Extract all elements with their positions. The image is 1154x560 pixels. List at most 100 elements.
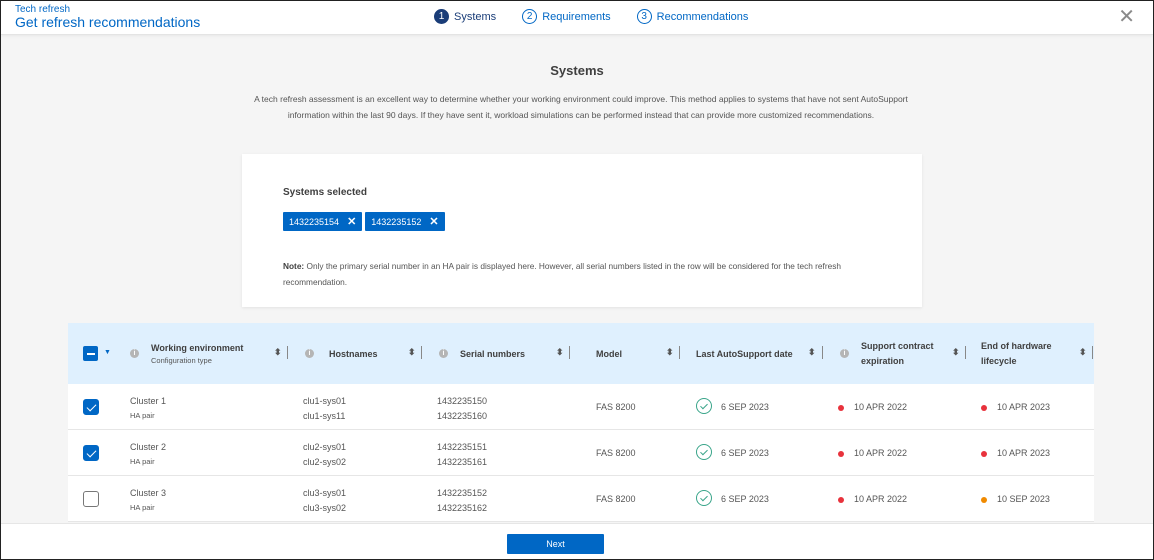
contract-expiration: 10 APR 2022: [854, 402, 908, 412]
column-last-autosupport: Last AutoSupport date: [696, 323, 793, 384]
step-systems[interactable]: 1 Systems: [434, 9, 496, 24]
column-resize-handle[interactable]: [287, 346, 288, 359]
card-title: Systems selected: [283, 187, 367, 198]
model: FAS 8200: [596, 448, 636, 458]
sort-icon[interactable]: ⬍: [666, 347, 674, 358]
next-button[interactable]: Next: [507, 534, 604, 554]
close-icon[interactable]: ✕: [429, 215, 438, 228]
note-label: Note:: [283, 261, 305, 271]
hostname: clu1-sys01: [303, 396, 347, 406]
hostname: clu1-sys11: [303, 411, 346, 421]
column-end-of-hardware-lifecycle: End of hardware lifecycle: [981, 323, 1052, 384]
check-circle-icon: [696, 490, 712, 506]
column-label: Model: [596, 348, 622, 359]
table-row[interactable]: Cluster 1 HA pair clu1-sys01 clu1-sys11 1432…: [68, 384, 1094, 430]
column-resize-handle[interactable]: [1092, 346, 1093, 359]
column-working-environment: i Working environment Configuration type: [130, 323, 243, 384]
serial-number: 1432235162: [437, 503, 488, 513]
table-row[interactable]: Cluster 3 HA pair clu3-sys01 clu3-sys02 1432…: [68, 476, 1094, 522]
status-dot-icon: [838, 405, 844, 411]
status-dot-icon: [981, 405, 987, 411]
info-icon[interactable]: i: [130, 349, 139, 358]
column-resize-handle[interactable]: [822, 346, 823, 359]
status-dot-icon: [981, 451, 987, 457]
sort-icon[interactable]: ⬍: [952, 347, 960, 358]
contract-expiration: 10 APR 2022: [854, 448, 908, 458]
close-icon[interactable]: ✕: [347, 215, 356, 228]
configuration-type: HA pair: [130, 503, 155, 512]
table-body: Cluster 1 HA pair clu1-sys01 clu1-sys11 1432…: [68, 384, 1094, 522]
step-number-icon: 1: [434, 9, 449, 24]
status-dot-icon: [981, 497, 987, 503]
serial-number: 1432235151: [437, 442, 488, 452]
select-all-checkbox[interactable]: [83, 346, 98, 361]
section-heading: Systems: [550, 63, 604, 78]
note-body: Only the primary serial number in an HA …: [283, 261, 841, 287]
step-label: Recommendations: [656, 10, 749, 23]
serial-number: 1432235152: [437, 488, 488, 498]
check-circle-icon: [696, 398, 712, 414]
column-label: expiration: [861, 355, 905, 366]
cluster-name: Cluster 3: [130, 488, 167, 498]
page-title: Get refresh recommendations: [15, 14, 201, 30]
autosupport-date: 6 SEP 2023: [721, 448, 769, 458]
step-requirements[interactable]: 2 Requirements: [522, 9, 611, 24]
serial-number: 1432235161: [437, 457, 488, 467]
column-resize-handle[interactable]: [569, 346, 570, 359]
column-label: Support contract: [861, 340, 934, 351]
column-label: Hostnames: [329, 348, 378, 359]
row-checkbox[interactable]: [83, 491, 99, 507]
status-dot-icon: [838, 451, 844, 457]
step-label: Requirements: [542, 10, 611, 23]
column-resize-handle[interactable]: [679, 346, 680, 359]
column-support-contract: i Support contract expiration: [840, 323, 934, 384]
model: FAS 8200: [596, 494, 636, 504]
column-hostnames: i Hostnames: [305, 323, 378, 384]
selected-chips: 1432235154 ✕ 1432235152 ✕: [283, 212, 445, 231]
systems-table: ▼ i Working environment Configuration typ…: [68, 323, 1094, 522]
sort-icon[interactable]: ⬍: [808, 347, 816, 358]
column-resize-handle[interactable]: [421, 346, 422, 359]
sort-icon[interactable]: ⬍: [408, 347, 416, 358]
contract-expiration: 10 APR 2022: [854, 494, 908, 504]
table-header: ▼ i Working environment Configuration typ…: [68, 323, 1094, 384]
sort-icon[interactable]: ⬍: [1079, 347, 1087, 358]
close-icon[interactable]: ✕: [1118, 7, 1135, 27]
hostname: clu2-sys02: [303, 457, 347, 467]
selected-system-chip: 1432235154 ✕: [283, 212, 363, 231]
column-resize-handle[interactable]: [965, 346, 966, 359]
footer-bar: Next: [1, 523, 1153, 559]
sort-icon[interactable]: ⬍: [274, 347, 282, 358]
top-bar: Tech refresh Get refresh recommendations…: [1, 1, 1153, 35]
hostname: clu3-sys01: [303, 488, 347, 498]
note-text: Note: Only the primary serial number in …: [283, 258, 883, 290]
check-circle-icon: [696, 444, 712, 460]
model: FAS 8200: [596, 402, 636, 412]
step-label: Systems: [454, 10, 497, 23]
hostname: clu3-sys02: [303, 503, 347, 513]
row-checkbox[interactable]: [83, 445, 99, 461]
status-dot-icon: [838, 497, 844, 503]
info-icon[interactable]: i: [305, 349, 314, 358]
configuration-type: HA pair: [130, 457, 155, 466]
configuration-type: HA pair: [130, 411, 155, 420]
sort-icon[interactable]: ⬍: [556, 347, 564, 358]
autosupport-date: 6 SEP 2023: [721, 494, 769, 504]
step-recommendations[interactable]: 3 Recommendations: [636, 9, 749, 24]
cluster-name: Cluster 1: [130, 396, 167, 406]
cluster-name: Cluster 2: [130, 442, 167, 452]
info-icon[interactable]: i: [439, 349, 448, 358]
hostname: clu2-sys01: [303, 442, 347, 452]
end-of-lifecycle-date: 10 APR 2023: [997, 402, 1051, 412]
info-icon[interactable]: i: [840, 349, 849, 358]
chevron-down-icon[interactable]: ▼: [104, 349, 111, 356]
table-row[interactable]: Cluster 2 HA pair clu2-sys01 clu2-sys02 1432…: [68, 430, 1094, 476]
autosupport-date: 6 SEP 2023: [721, 402, 769, 412]
systems-selected-card: Systems selected 1432235154 ✕ 1432235152…: [242, 154, 922, 307]
wizard-steps: 1 Systems 2 Requirements 3 Recommendatio…: [434, 9, 748, 24]
column-sublabel: Configuration type: [151, 355, 212, 365]
column-model: Model: [596, 323, 622, 384]
column-serial-numbers: i Serial numbers: [439, 323, 525, 384]
serial-number: 1432235160: [437, 411, 488, 421]
row-checkbox[interactable]: [83, 399, 99, 415]
